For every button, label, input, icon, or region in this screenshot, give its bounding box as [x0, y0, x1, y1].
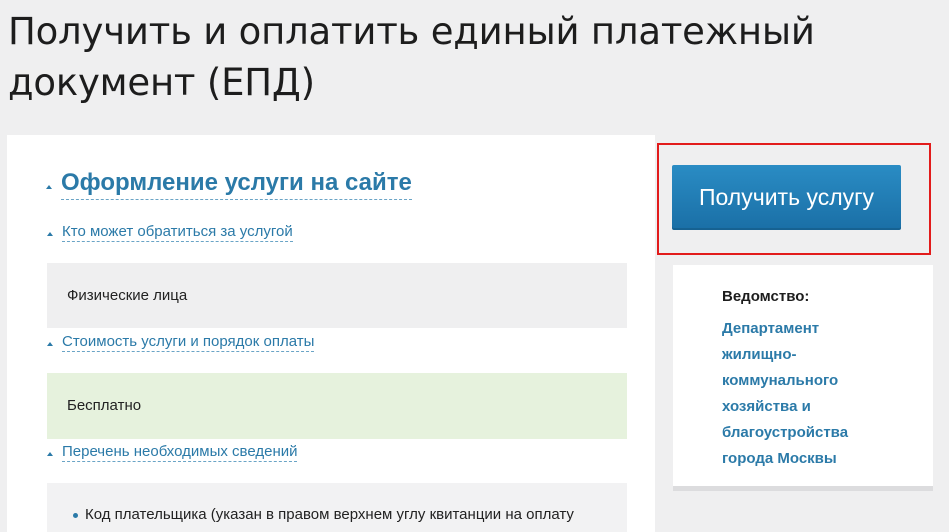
- service-section-title[interactable]: Оформление услуги на сайте: [61, 168, 412, 200]
- page-title: Получить и оплатить единый платежный док…: [8, 10, 815, 104]
- get-service-button[interactable]: Получить услугу: [672, 165, 901, 230]
- bullet-icon: [73, 512, 78, 518]
- cost-value: Бесплатно: [47, 373, 627, 439]
- caret-up-icon: [47, 231, 53, 236]
- caret-up-icon: [46, 185, 52, 189]
- who-can-apply-value: Физические лица: [47, 263, 627, 328]
- who-can-apply-toggle[interactable]: Кто может обратиться за услугой: [47, 223, 293, 242]
- caret-up-icon: [47, 451, 53, 456]
- caret-up-icon: [47, 341, 53, 346]
- list-item: Код плательщика (указан в правом верхнем…: [67, 505, 627, 525]
- required-info-list: Код плательщика (указан в правом верхнем…: [47, 483, 627, 532]
- required-info-link[interactable]: Перечень необходимых сведений: [62, 443, 298, 462]
- agency-card: Ведомство: Департамент жилищно-коммуналь…: [673, 265, 933, 491]
- service-section-toggle[interactable]: Оформление услуги на сайте: [46, 168, 412, 200]
- who-can-apply-link[interactable]: Кто может обратиться за услугой: [62, 223, 293, 242]
- agency-label: Ведомство:: [722, 288, 810, 305]
- cost-link[interactable]: Стоимость услуги и порядок оплаты: [62, 333, 315, 352]
- required-info-toggle[interactable]: Перечень необходимых сведений: [47, 443, 298, 462]
- cost-toggle[interactable]: Стоимость услуги и порядок оплаты: [47, 333, 315, 352]
- list-item-text: Код плательщика (указан в правом верхнем…: [85, 506, 574, 523]
- agency-name-link[interactable]: Департамент жилищно-коммунального хозяйс…: [722, 316, 872, 472]
